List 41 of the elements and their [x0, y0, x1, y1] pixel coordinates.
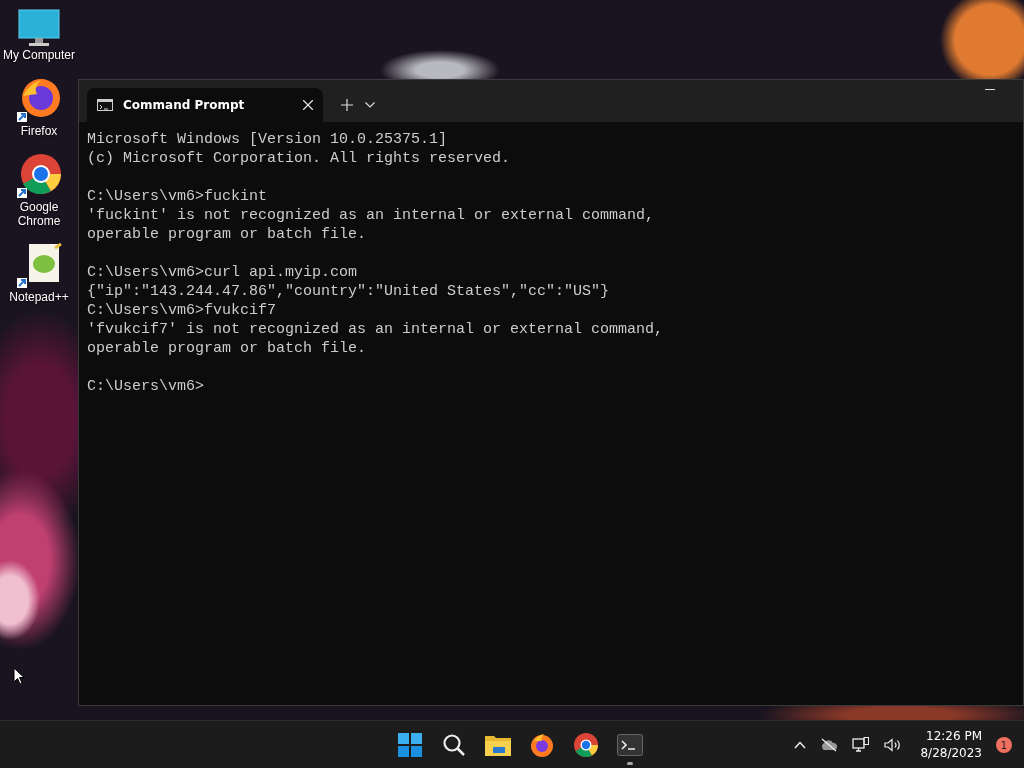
- console-line: C:\Users\vm6>fvukcif7: [87, 301, 278, 320]
- console-line: 'fvukcif7' is not recognized as an internal or external command,: [87, 320, 665, 339]
- clock-time: 12:26 PM: [926, 728, 982, 745]
- chrome-icon[interactable]: [574, 733, 598, 757]
- clock[interactable]: 12:26 PM 8/28/2023: [920, 728, 982, 762]
- console-line: {"ip":"143.244.47.86","country":"United States","cc":"US"}: [87, 282, 611, 301]
- new-tab-icon[interactable]: [341, 99, 353, 111]
- console-line: 'fuckint' is not recognized as an internal or external command,: [87, 206, 656, 225]
- chrome-icon[interactable]: [15, 152, 63, 200]
- console-line: Microsoft Windows [Version 10.0.25375.1]: [87, 130, 449, 149]
- notepad-icon[interactable]: [15, 242, 63, 290]
- icon-label[interactable]: Firefox: [20, 124, 58, 138]
- clock-date: 8/28/2023: [920, 745, 982, 762]
- icon-label[interactable]: Google Chrome: [1, 200, 77, 228]
- window-tab[interactable]: Command Prompt: [87, 88, 323, 122]
- console-line: C:\Users\vm6>fuckint: [87, 187, 269, 206]
- monitor-icon[interactable]: [17, 8, 61, 48]
- console-line: operable program or batch file.: [87, 225, 368, 244]
- dropdown-icon[interactable]: [365, 102, 375, 108]
- speaker-icon[interactable]: [884, 738, 903, 752]
- folder-icon[interactable]: [485, 734, 511, 756]
- cloud-off-icon[interactable]: [820, 738, 839, 752]
- running-indicator: [627, 762, 633, 765]
- search-icon[interactable]: [442, 733, 466, 757]
- minimize-icon[interactable]: [985, 89, 995, 91]
- firefox-icon[interactable]: [15, 76, 63, 124]
- terminal-icon[interactable]: [617, 734, 643, 756]
- network-icon[interactable]: [852, 737, 871, 753]
- windows-start-icon[interactable]: [398, 733, 422, 757]
- notification-badge[interactable]: 1: [996, 737, 1012, 753]
- console-line: C:\Users\vm6>curl api.myip.com: [87, 263, 359, 282]
- console-line: (c) Microsoft Corporation. All rights reserved.: [87, 149, 512, 168]
- mouse-cursor-icon: [13, 667, 25, 685]
- close-icon[interactable]: [303, 100, 313, 110]
- chevron-up-icon[interactable]: [794, 741, 807, 749]
- firefox-icon[interactable]: [530, 733, 554, 757]
- icon-label[interactable]: Notepad++: [9, 290, 69, 304]
- command-prompt-icon: [97, 99, 113, 111]
- icon-label[interactable]: My Computer: [3, 48, 75, 62]
- console-line: operable program or batch file.: [87, 339, 368, 358]
- console-line: C:\Users\vm6>: [87, 377, 206, 396]
